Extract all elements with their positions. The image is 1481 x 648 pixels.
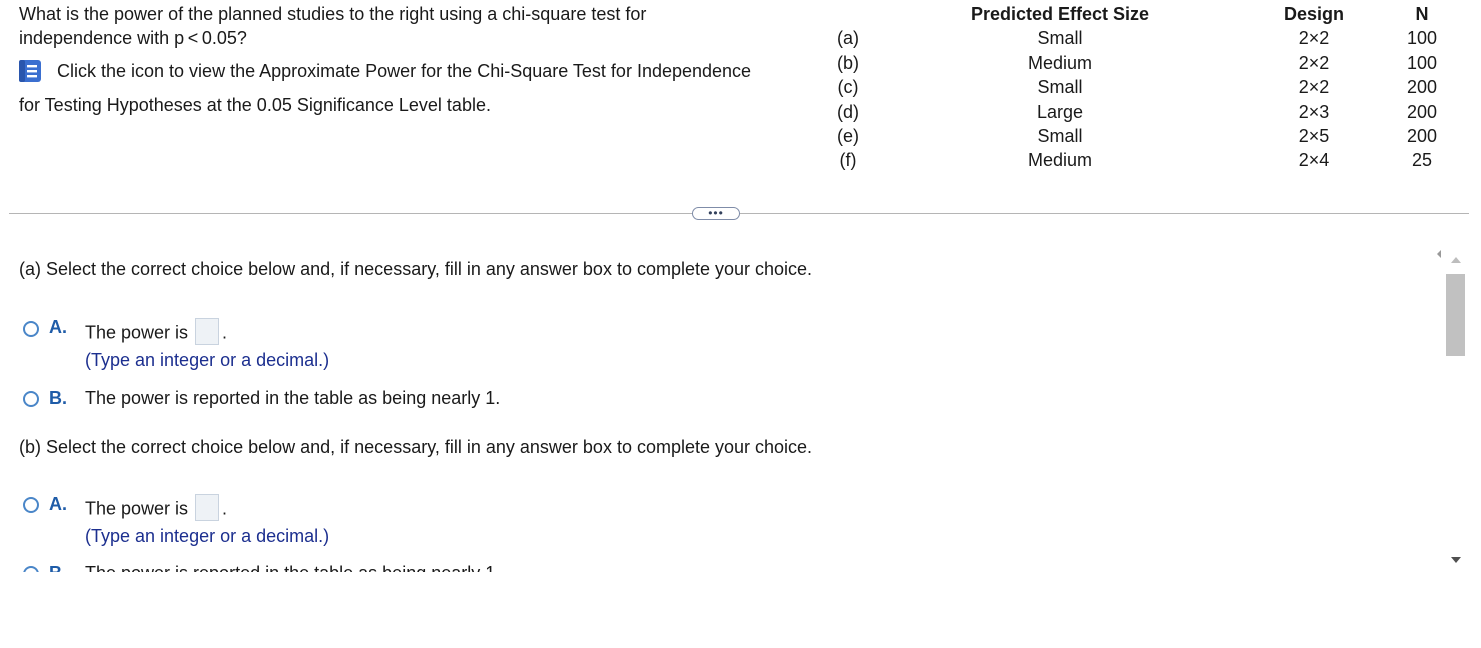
part-b-power-input[interactable] bbox=[195, 494, 220, 521]
effect-size-cell: Medium bbox=[1027, 52, 1093, 73]
part-b-choice-a-radio[interactable] bbox=[23, 497, 39, 513]
part-b-input-hint: (Type an integer or a decimal.) bbox=[85, 526, 330, 546]
part-a-choice-a-letter[interactable]: A. bbox=[49, 317, 67, 338]
part-a-power-input[interactable] bbox=[195, 318, 220, 345]
part-b-choice-a-text: The power is. bbox=[85, 494, 228, 523]
table-link-text[interactable]: Click the icon to view the Approximate P… bbox=[57, 59, 751, 83]
scroll-down-arrow-icon[interactable] bbox=[1451, 557, 1461, 563]
row-label: (d) bbox=[837, 101, 859, 122]
answer-scroll-region[interactable]: (a) Select the correct choice below and,… bbox=[0, 250, 1440, 572]
effect-size-header: Predicted Effect Size bbox=[970, 4, 1150, 24]
design-column: Design 2×2 2×2 2×2 2×3 2×5 2×4 bbox=[1259, 2, 1369, 173]
part-b-choice-a-period: . bbox=[222, 498, 228, 519]
n-cell: 200 bbox=[1406, 125, 1438, 146]
n-column: N 100 100 200 200 200 25 bbox=[1386, 2, 1458, 173]
part-a-choice-b-letter[interactable]: B. bbox=[49, 388, 67, 409]
n-cell: 200 bbox=[1406, 77, 1438, 98]
part-a-input-hint: (Type an integer or a decimal.) bbox=[85, 350, 330, 370]
effect-size-column: Predicted Effect Size Small Medium Small… bbox=[944, 2, 1176, 173]
part-a-choice-b-radio[interactable] bbox=[23, 391, 39, 407]
part-b-choice-b-radio[interactable] bbox=[23, 566, 39, 572]
part-b-choice-b-text[interactable]: The power is reported in the table as be… bbox=[85, 563, 500, 572]
row-labels-column: (a) (b) (c) (d) (e) (f) bbox=[826, 2, 870, 173]
part-b-choice-a-letter[interactable]: A. bbox=[49, 494, 67, 515]
row-label: (a) bbox=[837, 28, 859, 49]
table-link-row[interactable]: Click the icon to view the Approximate P… bbox=[19, 58, 819, 84]
collapse-arrow-icon[interactable] bbox=[1437, 250, 1441, 258]
row-label: (e) bbox=[837, 125, 859, 146]
question-text: What is the power of the planned studies… bbox=[19, 2, 819, 117]
book-icon[interactable] bbox=[17, 58, 43, 84]
question-line-1: What is the power of the planned studies… bbox=[19, 4, 647, 24]
n-cell: 200 bbox=[1406, 101, 1438, 122]
part-b-choice-b-letter[interactable]: B. bbox=[49, 563, 67, 572]
effect-size-cell: Small bbox=[1037, 28, 1083, 49]
part-a-choice-a-label: The power is bbox=[85, 322, 189, 343]
row-label: (c) bbox=[837, 77, 859, 98]
scroll-thumb[interactable] bbox=[1446, 274, 1465, 356]
design-cell: 2×2 bbox=[1298, 52, 1330, 73]
part-a-choice-b-text[interactable]: The power is reported in the table as be… bbox=[85, 388, 500, 409]
part-a-prompt: (a) Select the correct choice below and,… bbox=[19, 259, 813, 279]
part-b-choice-a-label: The power is bbox=[85, 498, 189, 519]
n-cell: 100 bbox=[1406, 52, 1438, 73]
part-a-choice-a-radio[interactable] bbox=[23, 321, 39, 337]
vertical-scrollbar[interactable] bbox=[1437, 250, 1467, 572]
scroll-up-arrow-icon[interactable] bbox=[1451, 257, 1461, 263]
design-cell: 2×2 bbox=[1298, 28, 1330, 49]
design-cell: 2×4 bbox=[1298, 150, 1330, 171]
part-a-choice-a-period: . bbox=[222, 322, 228, 343]
part-a-choice-a-text: The power is. bbox=[85, 318, 228, 347]
row-label: (f) bbox=[839, 150, 857, 171]
effect-size-cell: Large bbox=[1036, 101, 1084, 122]
table-link-text-cont: for Testing Hypotheses at the 0.05 Signi… bbox=[19, 95, 491, 115]
design-header: Design bbox=[1283, 4, 1344, 24]
effect-size-cell: Small bbox=[1037, 77, 1083, 98]
n-cell: 25 bbox=[1411, 150, 1433, 171]
design-cell: 2×3 bbox=[1298, 101, 1330, 122]
design-cell: 2×2 bbox=[1298, 77, 1330, 98]
question-line-2: independence with p < 0.05? bbox=[19, 28, 247, 48]
row-label: (b) bbox=[837, 52, 859, 73]
expand-ellipsis-button[interactable]: ••• bbox=[692, 207, 740, 220]
design-cell: 2×5 bbox=[1298, 125, 1330, 146]
n-cell: 100 bbox=[1406, 28, 1438, 49]
n-header: N bbox=[1415, 4, 1429, 24]
effect-size-cell: Small bbox=[1037, 125, 1083, 146]
part-b-prompt: (b) Select the correct choice below and,… bbox=[19, 437, 813, 457]
effect-size-cell: Medium bbox=[1027, 150, 1093, 171]
